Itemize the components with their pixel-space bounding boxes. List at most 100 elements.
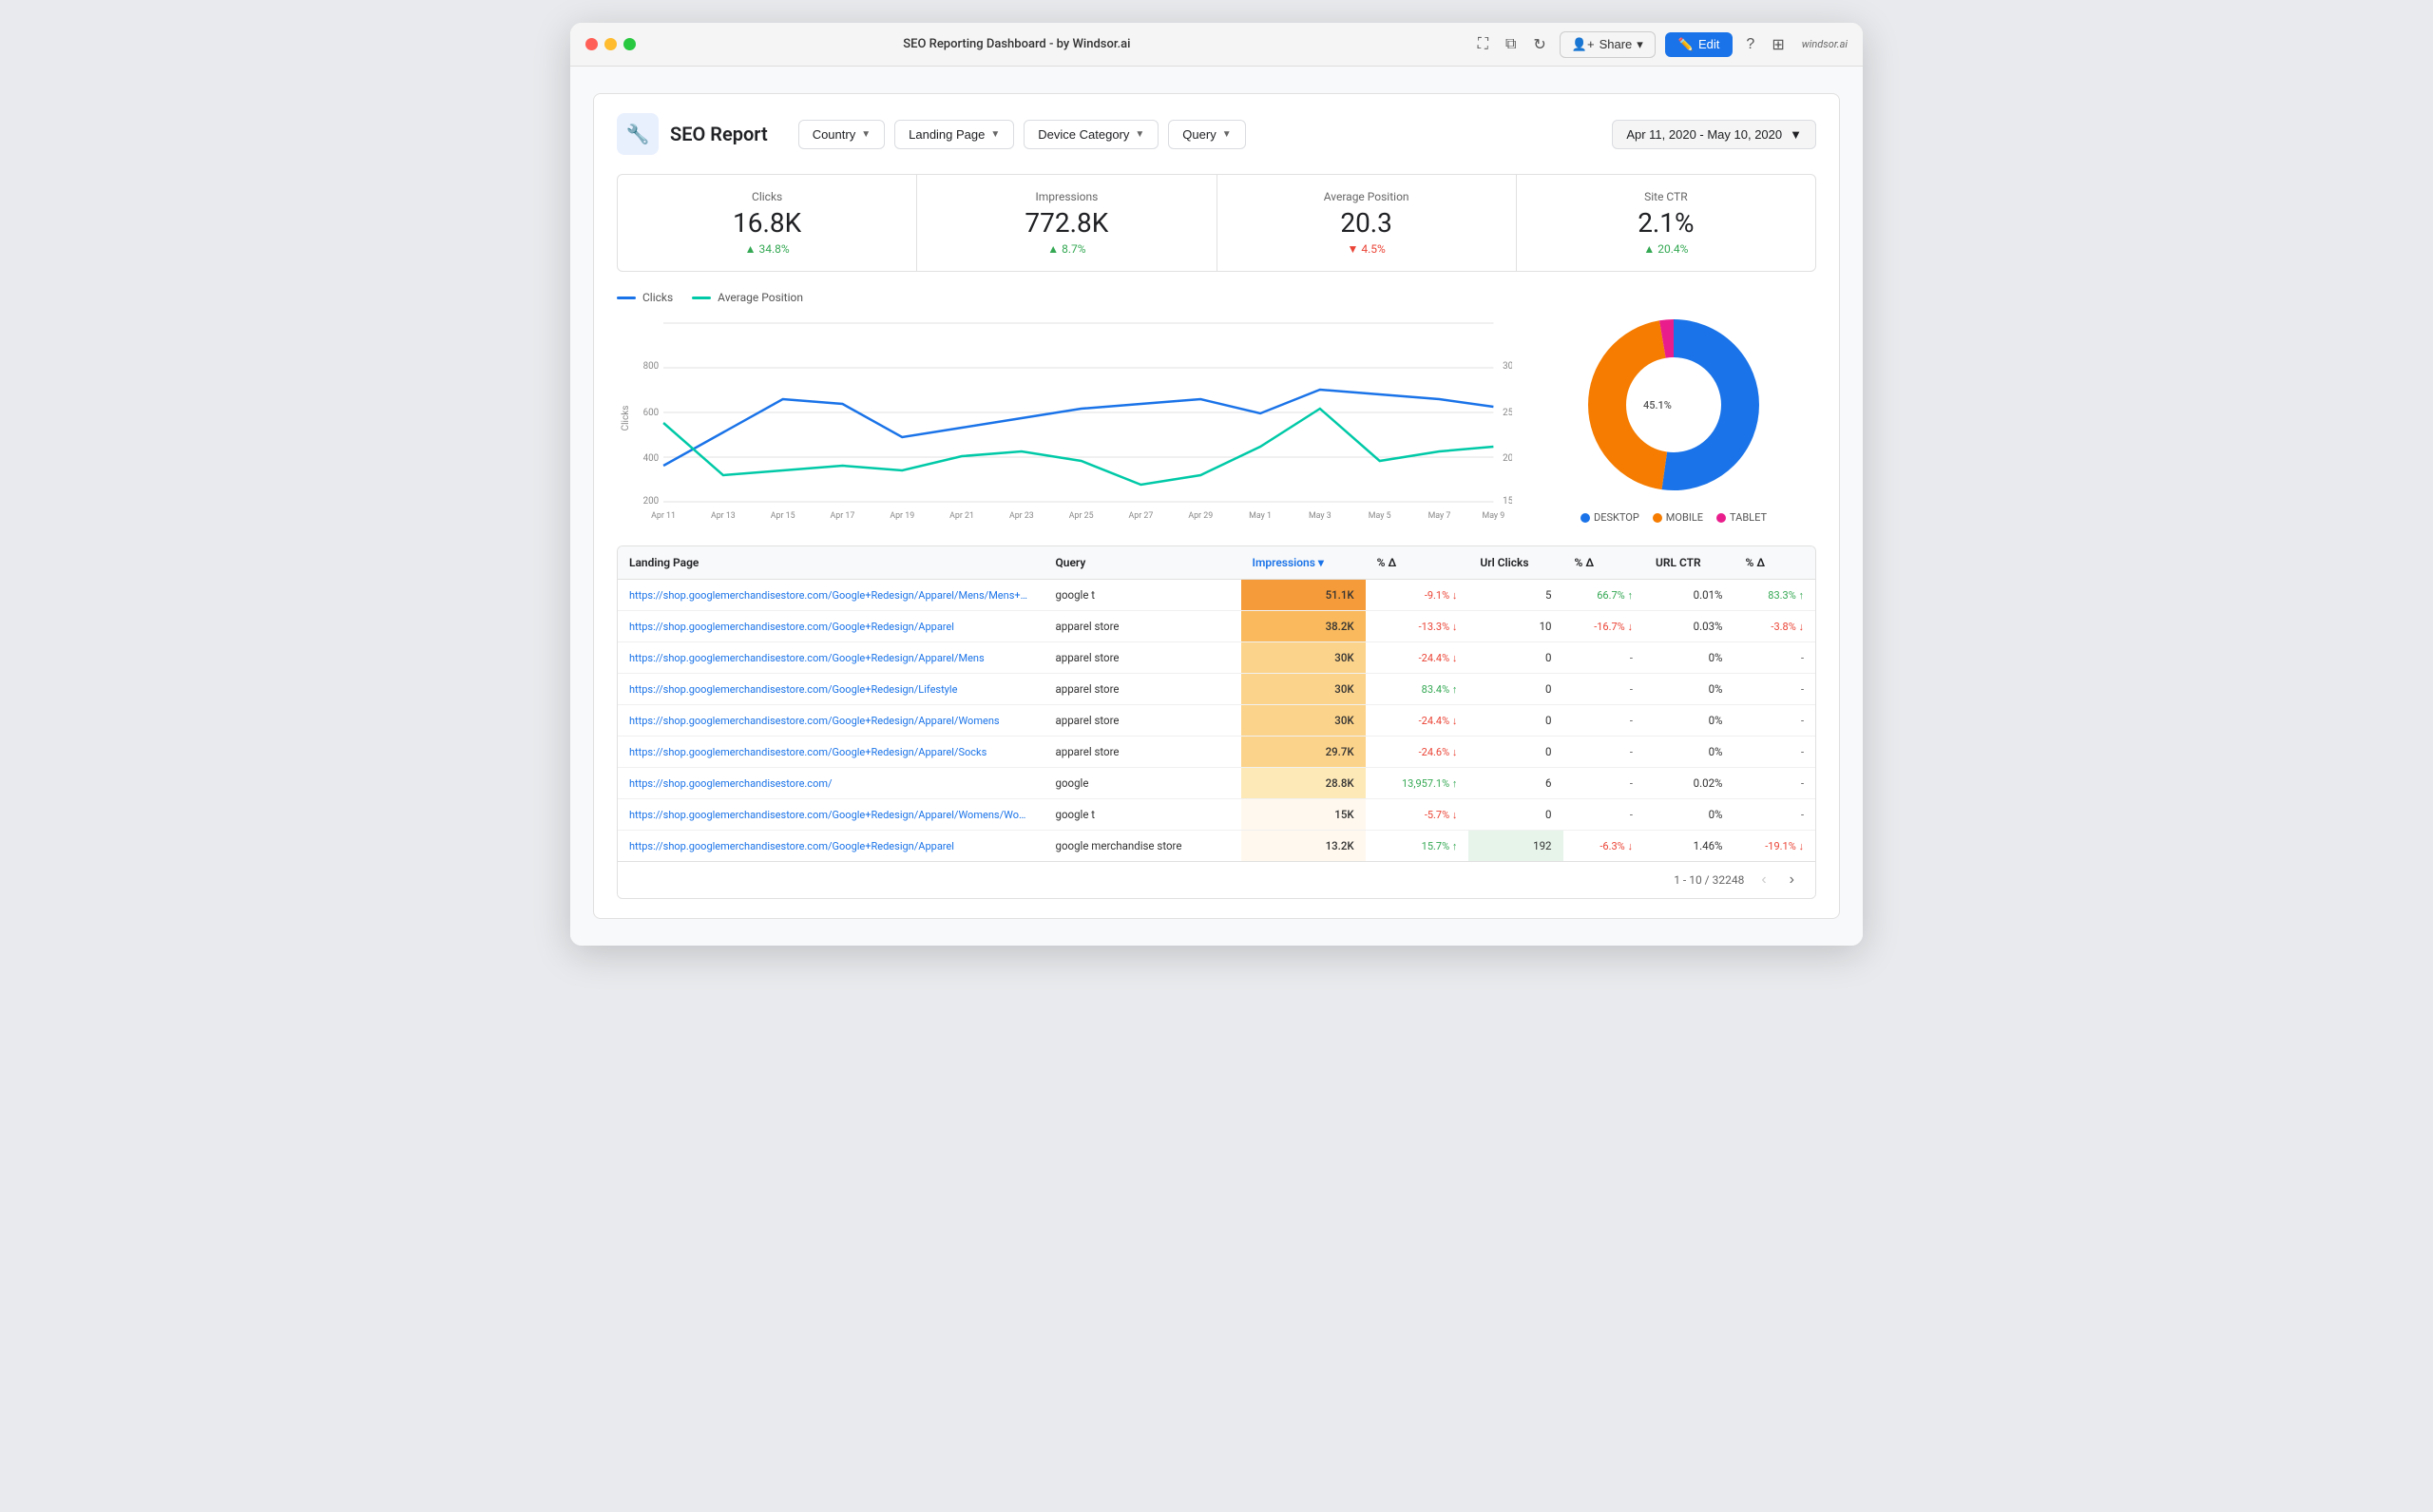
impressions-cell: 38.2K — [1241, 611, 1366, 642]
data-table-section: Landing Page Query Impressions ▾ % Δ Url… — [617, 545, 1816, 899]
landing-page-cell: https://shop.googlemerchandisestore.com/… — [618, 799, 1044, 831]
line-chart-container: Clicks Average Position — [617, 291, 1512, 526]
svg-text:600: 600 — [643, 408, 660, 418]
col-url-ctr[interactable]: URL CTR — [1644, 546, 1734, 580]
impressions-pct-cell: -9.1% ↓ — [1366, 580, 1469, 611]
copy-button[interactable]: ⧉ — [1502, 32, 1520, 57]
avg-position-change: 4.5% — [1236, 242, 1497, 256]
avg-position-legend-item: Average Position — [692, 291, 803, 304]
svg-text:Clicks: Clicks — [621, 406, 631, 431]
landing-page-chevron-icon: ▼ — [990, 129, 1000, 140]
fullscreen-button[interactable]: ⛶ — [1474, 32, 1492, 57]
col-impressions-pct[interactable]: % Δ — [1366, 546, 1469, 580]
table-row: https://shop.googlemerchandisestore.com/… — [618, 705, 1815, 737]
query-filter-label: Query — [1182, 127, 1216, 142]
impressions-label: Impressions — [936, 190, 1197, 203]
url-ctr-cell: 0% — [1644, 737, 1734, 768]
metric-clicks: Clicks 16.8K 34.8% — [618, 175, 916, 271]
col-landing-page[interactable]: Landing Page — [618, 546, 1044, 580]
query-cell: google t — [1044, 799, 1241, 831]
svg-text:May 3: May 3 — [1309, 511, 1331, 521]
svg-text:May 1: May 1 — [1249, 511, 1272, 521]
avg-position-label: Average Position — [1236, 190, 1497, 203]
impressions-pct-cell: -13.3% ↓ — [1366, 611, 1469, 642]
url-ctr-cell: 0% — [1644, 642, 1734, 674]
mobile-legend-item: MOBILE — [1653, 511, 1703, 524]
impressions-pct-cell: 83.4% ↑ — [1366, 674, 1469, 705]
country-filter[interactable]: Country ▼ — [798, 120, 885, 149]
svg-text:800: 800 — [643, 361, 660, 372]
line-chart-svg: 200 400 600 800 15 20 25 30 — [617, 314, 1512, 523]
avg-position-value: 20.3 — [1236, 207, 1497, 239]
col-impressions[interactable]: Impressions ▾ — [1241, 546, 1366, 580]
col-url-clicks-pct[interactable]: % Δ — [1563, 546, 1644, 580]
site-ctr-value: 2.1% — [1536, 207, 1796, 239]
landing-page-cell: https://shop.googlemerchandisestore.com/… — [618, 580, 1044, 611]
pagination-info: 1 - 10 / 32248 — [1674, 873, 1744, 887]
landing-page-filter[interactable]: Landing Page ▼ — [894, 120, 1014, 149]
table-body: https://shop.googlemerchandisestore.com/… — [618, 580, 1815, 862]
edit-button[interactable]: ✏️ Edit — [1665, 32, 1734, 57]
svg-text:52.2%: 52.2% — [1691, 399, 1719, 411]
impressions-value: 772.8K — [936, 207, 1197, 239]
url-clicks-pct-cell: -6.3% ↓ — [1563, 831, 1644, 862]
help-button[interactable]: ? — [1742, 32, 1758, 57]
impressions-cell: 13.2K — [1241, 831, 1366, 862]
table-row: https://shop.googlemerchandisestore.com/… — [618, 831, 1815, 862]
prev-page-button[interactable]: ‹ — [1755, 870, 1772, 890]
url-clicks-pct-cell: - — [1563, 768, 1644, 799]
query-cell: google merchandise store — [1044, 831, 1241, 862]
window-title: SEO Reporting Dashboard - by Windsor.ai — [571, 37, 1463, 51]
col-query[interactable]: Query — [1044, 546, 1241, 580]
dashboard-title: SEO Report — [670, 123, 768, 145]
metric-impressions: Impressions 772.8K 8.7% — [917, 175, 1216, 271]
tablet-label: TABLET — [1730, 511, 1767, 524]
url-clicks-cell: 192 — [1468, 831, 1562, 862]
url-ctr-pct-cell: - — [1734, 768, 1815, 799]
url-ctr-pct-cell: - — [1734, 674, 1815, 705]
url-clicks-pct-cell: - — [1563, 674, 1644, 705]
impressions-cell: 30K — [1241, 705, 1366, 737]
landing-page-cell: https://shop.googlemerchandisestore.com/ — [618, 768, 1044, 799]
date-range-picker[interactable]: Apr 11, 2020 - May 10, 2020 ▼ — [1612, 120, 1816, 149]
donut-chart-section: 45.1% 52.2% DESKTOP MOBILE — [1531, 291, 1816, 526]
url-ctr-pct-cell: 83.3% ↑ — [1734, 580, 1815, 611]
svg-text:200: 200 — [643, 496, 660, 507]
desktop-legend-item: DESKTOP — [1580, 511, 1639, 524]
table-row: https://shop.googlemerchandisestore.com/… — [618, 580, 1815, 611]
url-ctr-pct-cell: - — [1734, 705, 1815, 737]
impressions-change: 8.7% — [936, 242, 1197, 256]
chart-section: Clicks Average Position — [617, 291, 1816, 526]
country-filter-label: Country — [813, 127, 856, 142]
desktop-label: DESKTOP — [1594, 511, 1639, 524]
impressions-pct-cell: 13,957.1% ↑ — [1366, 768, 1469, 799]
apps-button[interactable]: ⊞ — [1768, 31, 1788, 58]
landing-page-cell: https://shop.googlemerchandisestore.com/… — [618, 642, 1044, 674]
impressions-pct-cell: -5.7% ↓ — [1366, 799, 1469, 831]
query-chevron-icon: ▼ — [1222, 129, 1232, 140]
donut-legend: DESKTOP MOBILE TABLET — [1580, 511, 1767, 524]
share-button[interactable]: 👤+ Share ▾ — [1560, 31, 1656, 58]
col-url-ctr-pct[interactable]: % Δ — [1734, 546, 1815, 580]
url-ctr-pct-cell: - — [1734, 737, 1815, 768]
refresh-button[interactable]: ↻ — [1529, 31, 1549, 58]
url-clicks-cell: 0 — [1468, 799, 1562, 831]
landing-page-cell: https://shop.googlemerchandisestore.com/… — [618, 611, 1044, 642]
main-window: SEO Reporting Dashboard - by Windsor.ai … — [570, 23, 1863, 946]
device-category-filter[interactable]: Device Category ▼ — [1024, 120, 1159, 149]
chart-legend: Clicks Average Position — [617, 291, 1512, 304]
query-filter[interactable]: Query ▼ — [1168, 120, 1245, 149]
impressions-pct-cell: -24.4% ↓ — [1366, 642, 1469, 674]
tablet-dot — [1716, 513, 1726, 523]
metric-site-ctr: Site CTR 2.1% 20.4% — [1517, 175, 1815, 271]
donut-chart-svg: 45.1% 52.2% — [1579, 310, 1769, 500]
next-page-button[interactable]: › — [1784, 870, 1800, 890]
url-clicks-cell: 0 — [1468, 705, 1562, 737]
svg-text:May 9: May 9 — [1482, 511, 1504, 521]
url-clicks-cell: 6 — [1468, 768, 1562, 799]
table-row: https://shop.googlemerchandisestore.com/… — [618, 768, 1815, 799]
svg-text:Apr 27: Apr 27 — [1129, 511, 1154, 521]
url-clicks-pct-cell: -16.7% ↓ — [1563, 611, 1644, 642]
col-url-clicks[interactable]: Url Clicks — [1468, 546, 1562, 580]
clicks-legend-item: Clicks — [617, 291, 673, 304]
